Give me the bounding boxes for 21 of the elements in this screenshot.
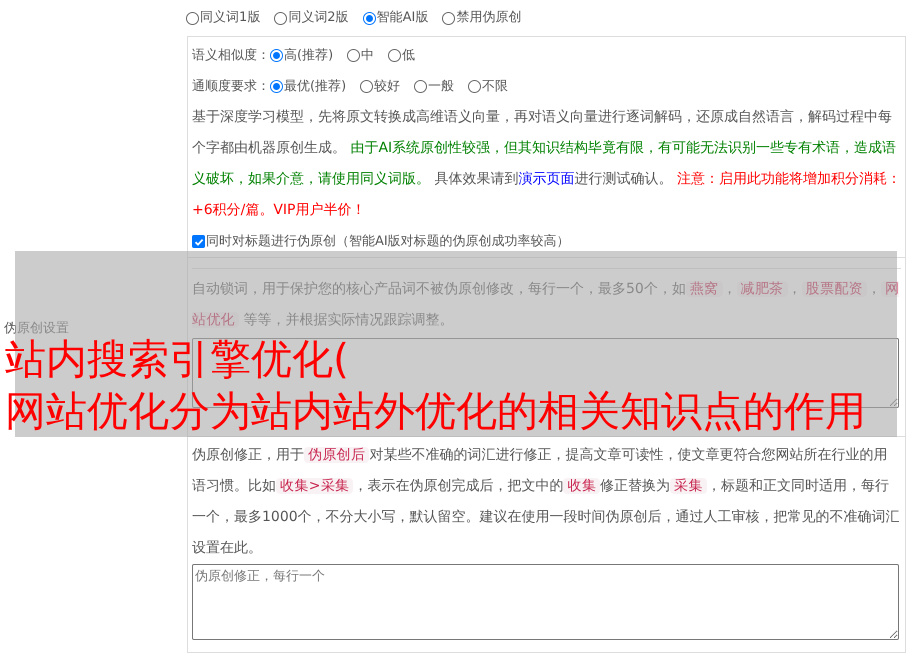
option-radio[interactable]: 最优(推荐) [270,76,346,96]
option-radio[interactable]: 较好 [360,76,400,96]
corrections-field[interactable]: 伪原创修正，每行一个 [192,564,899,640]
mode-radio[interactable]: 同义词1版 [186,8,260,28]
option-radio[interactable]: 中 [347,46,374,66]
description-text: 基于深度学习模型，先将原文转换成高维语义向量，再对语义向量进行逐词解码，还原成自然语言，解码过程中每个字都由机器原创生成。 由于AI系统原创性较强，但其知识结构毕竟有限，有可能无法识别一些专有术语，造成语义破坏，如果介意，请使用同义词版。 具体效果请到演示页面进行测试确认。 注意：启用此功能将增加积分消耗：+6积分/篇。VIP用户半价！ [192,108,901,220]
mode-radio[interactable]: 智能AI版 [362,8,428,28]
field-label: 通顺度要求： [192,78,270,96]
option-radio[interactable]: 高(推荐) [270,46,334,66]
corrections-description: 伪原创修正，用于 伪原创后 对某些不准确的词汇进行修正，提高文章可读性，使文章更符合您网站所在行业的用语习惯。比如 收集>采集 ，表示在伪原创完成后，把文中的 收集 修正替换为 采集 ，标题和正文同时适用，每行一个，最多1000个，不分大小写，默认留空。建议在使用一段时间伪原创后，通过人工审核，把常见的不准确词汇设置在此。 [192,446,901,558]
overlay-title: 网站优化分为站内站外优化的相关知识点的作用 [5,386,866,437]
mode-radio[interactable]: 禁用伪原创 [442,8,522,28]
option-radio[interactable]: 低 [388,46,416,66]
field-label: 语义相似度： [192,46,270,65]
title-checkbox[interactable]: 同时对标题进行伪原创（智能AI版对标题的伪原创成功率较高） [192,226,901,257]
option-radio[interactable]: 一般 [414,76,454,96]
mode-radio[interactable]: 同义词2版 [274,8,349,28]
option-radio[interactable]: 不限 [468,76,508,96]
checkmark-icon [194,236,204,246]
lock-words-description: 自动锁词，用于保护您的核心产品词不被伪原创修改，每行一个，最多50个，如 燕窝 ， 减肥茶 ， 股票配资 ， 网站优化 等等，并根据实际情况跟踪调整。 [192,280,900,330]
demo-link[interactable]: 演示页面 [518,171,574,187]
